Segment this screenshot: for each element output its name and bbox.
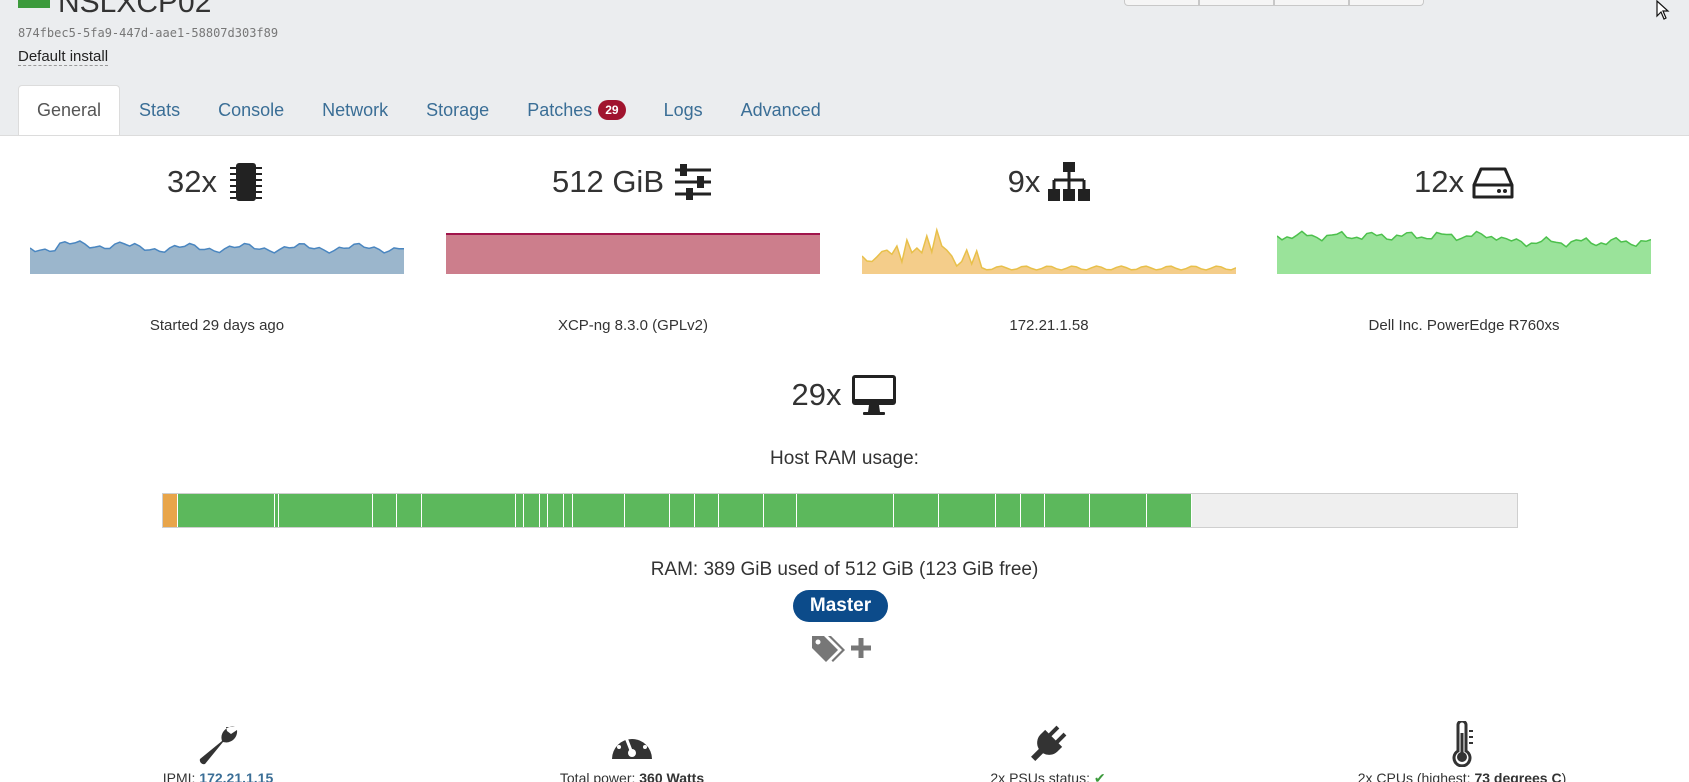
host-description[interactable]: Default install [18, 48, 109, 66]
ram-segment-vm[interactable] [894, 494, 940, 527]
wrench-icon [199, 726, 238, 765]
cpu-sparkline [30, 240, 404, 274]
xcp-version-text: XCP-ng 8.3.0 (GPLv2) [557, 317, 709, 334]
ipmi-label: IPMI: [162, 770, 200, 782]
ram-segment-vm[interactable] [572, 494, 626, 527]
ipmi-link[interactable]: 172.21.1.15 [199, 770, 273, 782]
host-tabs: General Stats Console Network Storage Pa… [18, 85, 840, 135]
ram-segment-vm[interactable] [996, 494, 1021, 527]
ram-segment-vm[interactable] [1146, 494, 1192, 527]
memory-sparkline [446, 233, 820, 274]
tab-console[interactable]: Console [199, 85, 303, 135]
psu-label: 2x PSUs status: [990, 770, 1094, 782]
ram-segment-vm[interactable] [719, 494, 764, 527]
cpu-chip-icon [229, 163, 262, 201]
tab-stats[interactable]: Stats [120, 85, 199, 135]
action-button-3[interactable] [1274, 0, 1349, 6]
hardware-model-text: Dell Inc. PowerEdge R760xs [1368, 317, 1560, 334]
ram-segment-vm[interactable] [625, 494, 671, 527]
host-uuid: 874fbec5-5fa9-447d-aae1-58807d303f89 [18, 26, 279, 40]
ram-segment-vm[interactable] [670, 494, 695, 527]
ram-segment-vm[interactable] [564, 494, 573, 527]
hard-drive-icon [1472, 167, 1514, 199]
sliders-icon [675, 164, 711, 200]
ram-usage-bar [162, 493, 1518, 528]
memory-metric: 512 GiB XCP-ng 8.3.0 (GPLv2) [446, 158, 820, 334]
psu-item: 2x PSUs status: ✔ [898, 721, 1198, 782]
network-count: 9x [1007, 164, 1041, 199]
cpu-temp-label: 2x CPUs (highest: [1357, 770, 1475, 782]
tab-logs[interactable]: Logs [645, 85, 722, 135]
tab-patches-label: Patches [527, 99, 593, 120]
mouse-cursor-icon [1656, 0, 1670, 20]
desktop-icon [852, 375, 897, 415]
disk-metric: 12x Dell Inc. PowerEdge R760xs [1277, 158, 1651, 334]
ram-segment-vm[interactable] [397, 494, 422, 527]
ram-segment-vm[interactable] [796, 494, 895, 527]
tab-advanced[interactable]: Advanced [722, 85, 840, 135]
master-badge: Master [793, 590, 888, 622]
ram-segment-vm[interactable] [1089, 494, 1147, 527]
host-action-buttons [1124, 0, 1424, 6]
general-tab-content: 32x Started 29 days ago 512 GiB XCP-ng 8… [0, 135, 1689, 782]
ram-segment-vm[interactable] [939, 494, 997, 527]
tab-storage[interactable]: Storage [407, 85, 508, 135]
gauge-icon [612, 731, 652, 759]
ipmi-item: IPMI: 172.21.1.15 [68, 721, 368, 782]
host-icon [18, 0, 50, 8]
ram-segment-vm[interactable] [373, 494, 398, 527]
ram-segment-vm[interactable] [177, 494, 276, 527]
ram-summary-text: RAM: 389 GiB used of 512 GiB (123 GiB fr… [650, 559, 1039, 580]
ram-segment-vm[interactable] [694, 494, 720, 527]
ram-segment-vm[interactable] [1020, 494, 1045, 527]
ram-segment-vm[interactable] [548, 494, 565, 527]
disk-count: 12x [1414, 164, 1464, 199]
action-button-2[interactable] [1199, 0, 1274, 6]
ram-segment-vm[interactable] [279, 494, 374, 527]
network-metric: 9x 172.21.1.58 [862, 158, 1236, 334]
network-sparkline [862, 227, 1236, 274]
ram-segment-vm[interactable] [523, 494, 540, 527]
uptime-text: Started 29 days ago [149, 317, 285, 334]
vm-count: 29x [791, 377, 842, 412]
tags-row [808, 633, 872, 663]
action-button-4[interactable] [1349, 0, 1424, 6]
tags-icon [812, 636, 845, 662]
ram-segment-vm[interactable] [515, 494, 524, 527]
power-item: Total power: 360 Watts [482, 721, 782, 782]
power-label: Total power: [559, 770, 640, 782]
network-icon [1048, 162, 1091, 201]
psu-status-check: ✔ [1093, 770, 1106, 782]
memory-total: 512 GiB [551, 164, 664, 199]
host-name: NSLXCP02 [58, 0, 212, 19]
tab-general[interactable]: General [18, 85, 121, 135]
cpu-count: 32x [167, 164, 217, 199]
ram-segment-vm[interactable] [1044, 494, 1090, 527]
plug-icon [1031, 725, 1067, 761]
thermometer-icon [1452, 721, 1473, 767]
host-ip-text: 172.21.1.58 [1009, 317, 1089, 334]
cpu-temp-value: 73 degrees C [1474, 770, 1562, 782]
cpu-temp-item: 2x CPUs (highest: 73 degrees C) [1312, 721, 1612, 782]
ram-segment-vm[interactable] [539, 494, 549, 527]
tab-network[interactable]: Network [303, 85, 407, 135]
cpu-metric: 32x Started 29 days ago [30, 158, 404, 334]
ram-segment-vm[interactable] [763, 494, 797, 527]
host-header: NSLXCP02 874fbec5-5fa9-447d-aae1-58807d3… [0, 0, 1689, 135]
disk-sparkline [1277, 230, 1651, 274]
cpu-temp-suffix: ) [1561, 770, 1567, 782]
ram-segment-vm[interactable] [421, 494, 516, 527]
patches-count-badge: 29 [598, 100, 626, 120]
action-button-1[interactable] [1124, 0, 1199, 6]
vm-count-row: 29x [0, 374, 1689, 416]
plus-icon[interactable] [850, 637, 872, 659]
ram-usage-title: Host RAM usage: [770, 448, 919, 469]
power-value: 360 Watts [639, 770, 705, 782]
ram-segment-host[interactable] [163, 494, 178, 527]
tab-patches[interactable]: Patches 29 [508, 85, 644, 135]
